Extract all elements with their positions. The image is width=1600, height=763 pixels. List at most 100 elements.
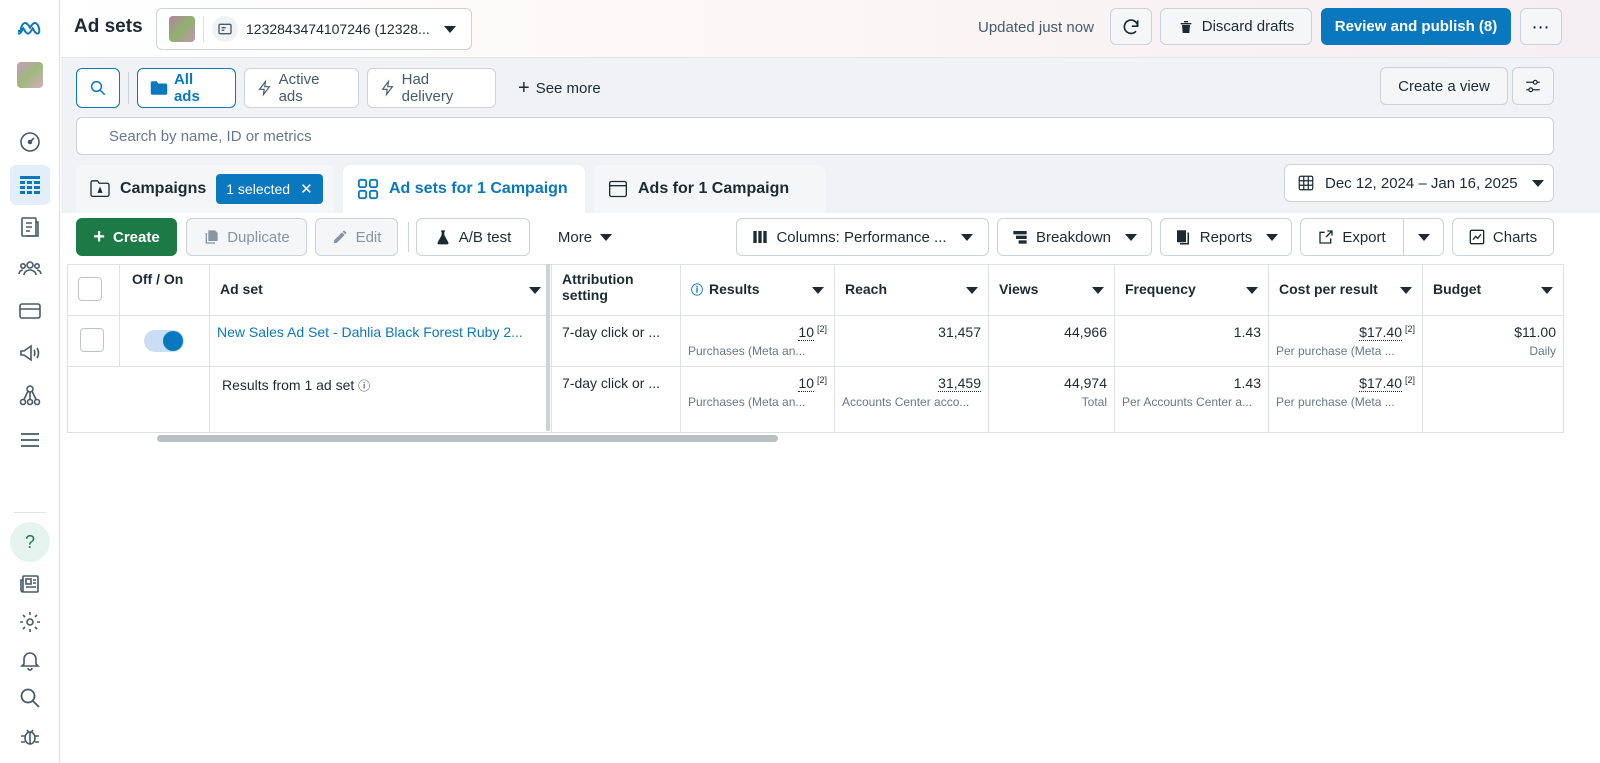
select-all-header (67, 264, 120, 316)
create-button[interactable]: + Create (76, 218, 177, 256)
chevron-down-icon[interactable] (966, 287, 978, 294)
date-range-picker[interactable]: Dec 12, 2024 – Jan 16, 2025 (1284, 164, 1554, 202)
cost-subtext: Per purchase (Meta ... (1276, 344, 1395, 358)
info-icon[interactable]: ⓘ (691, 283, 703, 297)
frequency-value: 1.43 (1233, 324, 1261, 340)
results-subtext: Purchases (Meta an... (688, 344, 806, 358)
notifications-bell-icon[interactable] (10, 640, 50, 680)
column-header-attribution[interactable]: Attribution setting (551, 264, 681, 316)
billing-card-icon[interactable] (10, 291, 50, 331)
lightning-icon (258, 79, 271, 97)
column-header-results[interactable]: ⓘ Results (680, 264, 835, 316)
chevron-down-icon[interactable] (812, 287, 824, 294)
sidebar-divider (14, 512, 46, 513)
news-feed-icon[interactable] (10, 564, 50, 604)
tab-ads[interactable]: Ads for 1 Campaign (594, 165, 826, 213)
tab-campaigns[interactable]: Campaigns 1 selected ✕ (76, 165, 334, 213)
ad-account-icon (212, 16, 238, 42)
more-actions-button[interactable]: More (540, 218, 630, 256)
audiences-icon[interactable] (10, 248, 50, 288)
calendar-icon (1298, 175, 1314, 191)
more-options-button[interactable]: ⋯ (1520, 8, 1562, 45)
chevron-down-icon[interactable] (1541, 287, 1553, 294)
account-avatar[interactable] (10, 55, 50, 95)
table-row[interactable]: New Sales Ad Set - Dahlia Black Forest R… (67, 315, 1564, 367)
results-value[interactable]: 10 (798, 324, 814, 341)
folder-outline-icon (90, 180, 110, 198)
discard-drafts-button[interactable]: Discard drafts (1160, 8, 1312, 45)
column-header-frequency[interactable]: Frequency (1114, 264, 1269, 316)
column-header-budget[interactable]: Budget (1422, 264, 1564, 316)
see-more-button[interactable]: + See more (506, 68, 613, 108)
chevron-down-icon[interactable] (1092, 287, 1104, 294)
columns-selector[interactable]: Columns: Performance ... (736, 218, 989, 256)
meta-logo-icon[interactable] (10, 7, 50, 47)
adsets-table: Off / On Ad set Attribution setting ⓘ Res… (67, 264, 1564, 433)
row-checkbox[interactable] (80, 328, 104, 352)
column-header-views[interactable]: Views (988, 264, 1115, 316)
search-input[interactable]: Search by name, ID or metrics (76, 117, 1554, 155)
charts-button[interactable]: Charts (1452, 218, 1554, 256)
chevron-down-icon (1266, 233, 1279, 241)
flask-icon (437, 230, 449, 245)
all-ads-filter[interactable]: All ads (137, 68, 236, 108)
chevron-down-icon[interactable] (529, 287, 541, 294)
reach-value: 31,457 (938, 324, 981, 340)
budget-value[interactable]: $11.00 (1430, 324, 1556, 340)
cost-value[interactable]: $17.40 (1359, 324, 1402, 341)
chart-line-icon (1469, 229, 1485, 245)
info-icon[interactable]: ⓘ (358, 379, 370, 393)
all-tools-menu-icon[interactable] (10, 420, 50, 460)
ab-test-button[interactable]: A/B test (416, 218, 530, 256)
lightning-icon (381, 79, 394, 97)
column-header-off-on[interactable]: Off / On (119, 264, 210, 316)
business-network-icon[interactable] (10, 375, 50, 415)
table-header-row: Off / On Ad set Attribution setting ⓘ Res… (67, 264, 1564, 316)
chevron-down-icon (1417, 233, 1430, 241)
adset-name-link[interactable]: New Sales Ad Set - Dahlia Black Forest R… (217, 324, 544, 340)
chevron-down-icon[interactable] (1246, 287, 1258, 294)
export-options-dropdown[interactable] (1403, 218, 1444, 256)
pages-icon[interactable] (10, 207, 50, 247)
export-button[interactable]: Export (1300, 218, 1404, 256)
duplicate-button[interactable]: Duplicate (186, 218, 307, 256)
settings-gear-icon[interactable] (10, 602, 50, 642)
chevron-down-icon (1125, 233, 1138, 241)
campaign-megaphone-icon[interactable] (10, 333, 50, 373)
column-header-cost-per-result[interactable]: Cost per result (1268, 264, 1423, 316)
frozen-column-divider[interactable] (546, 264, 550, 431)
plus-icon: + (518, 77, 530, 99)
close-icon[interactable]: ✕ (300, 180, 313, 198)
review-publish-button[interactable]: Review and publish (8) (1321, 8, 1511, 45)
ad-window-icon (609, 180, 627, 198)
had-delivery-filter[interactable]: Had delivery (367, 68, 496, 108)
tab-adsets[interactable]: Ad sets for 1 Campaign (343, 165, 585, 213)
chevron-down-icon[interactable] (1400, 287, 1412, 294)
edit-button[interactable]: Edit (315, 218, 398, 256)
column-header-reach[interactable]: Reach (834, 264, 989, 316)
chevron-down-icon (1531, 179, 1544, 187)
horizontal-scrollbar[interactable] (157, 435, 778, 442)
left-sidebar: ? (0, 0, 60, 763)
help-icon[interactable]: ? (10, 522, 50, 562)
account-selector[interactable]: 1232843474107246 (12328... (156, 8, 472, 50)
attribution-value: 7-day click or ... (562, 324, 661, 340)
delivery-toggle[interactable] (144, 330, 184, 352)
create-view-button[interactable]: Create a view (1380, 67, 1508, 105)
refresh-button[interactable] (1110, 8, 1152, 45)
summary-row: Results from 1 ad set ⓘ 7-day click or .… (67, 366, 1564, 433)
dashboard-gauge-icon[interactable] (10, 122, 50, 162)
search-toggle-button[interactable] (76, 68, 120, 108)
reports-selector[interactable]: Reports (1160, 218, 1292, 256)
trash-icon (1180, 20, 1192, 33)
ads-manager-table-icon[interactable] (10, 165, 50, 205)
active-ads-filter[interactable]: Active ads (244, 68, 359, 108)
breakdown-selector[interactable]: Breakdown (997, 218, 1152, 256)
select-all-checkbox[interactable] (78, 277, 102, 301)
export-icon (1319, 230, 1333, 244)
search-icon[interactable] (10, 678, 50, 718)
view-settings-button[interactable] (1512, 67, 1554, 105)
selected-pill[interactable]: 1 selected ✕ (216, 174, 323, 204)
report-bug-icon[interactable] (10, 716, 50, 756)
column-header-ad-set[interactable]: Ad set (209, 264, 552, 316)
